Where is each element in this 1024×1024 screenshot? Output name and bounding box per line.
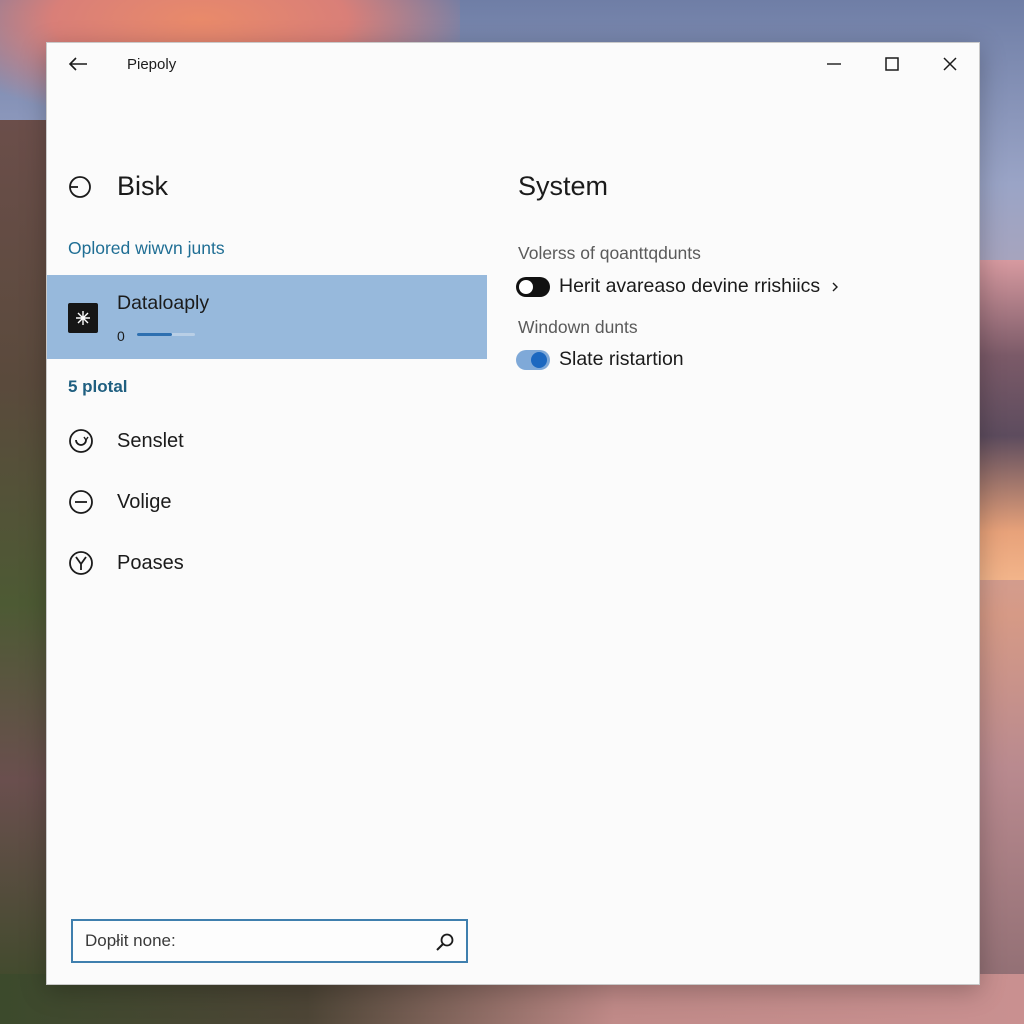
disk-icon [67, 174, 93, 200]
search-input[interactable] [85, 930, 425, 952]
nav-item-senslet[interactable]: Senslet [67, 423, 184, 459]
chevron-right-icon [830, 281, 840, 293]
setting-toggle-row[interactable]: Slate ristartion [516, 348, 684, 371]
setting-label: Slate ristartion [559, 348, 684, 370]
minimize-button[interactable] [819, 51, 849, 77]
section-label: Oplored wiwvn junts [68, 238, 225, 258]
snowflake-icon [68, 303, 98, 333]
pane-header: Bisk [67, 171, 168, 202]
search-icon [436, 933, 454, 951]
minimize-icon [827, 63, 841, 65]
toggle-switch-off[interactable] [516, 276, 550, 297]
toggle-knob [531, 351, 547, 368]
navigation-pane: Bisk Oplored wiwvn junts Dataloaply 0 5 … [47, 85, 487, 985]
setting-label: Herit avareaso devine rrishiics [559, 275, 821, 297]
nav-item-volige[interactable]: Volige [67, 484, 172, 520]
selected-item-label: Dataloaply [117, 292, 210, 314]
maximize-button[interactable] [877, 51, 907, 77]
progress-fill [137, 333, 172, 336]
section-label-secondary: 5 plotal [68, 377, 128, 396]
nav-item-label: Volige [117, 490, 172, 513]
app-title: Piepoly [127, 56, 177, 73]
toggle-switch-on[interactable] [516, 349, 550, 370]
page-title: System [518, 171, 609, 201]
refresh-circle-icon [67, 427, 95, 455]
settings-window: Piepoly Bisk Oplored wiwvn junts Dataloa… [46, 42, 980, 985]
progress-bar [137, 333, 195, 336]
title-bar: Piepoly [47, 43, 979, 85]
arrow-left-icon [68, 57, 87, 71]
group-label: Volerss of qoanttqdunts [518, 243, 701, 263]
setting-toggle-row[interactable]: Herit avareaso devine rrishiics [516, 275, 840, 298]
content-pane: System Volerss of qoanttqdunts Herit ava… [487, 85, 979, 985]
maximize-icon [885, 57, 899, 71]
nav-item-label: Poases [117, 551, 184, 574]
search-button[interactable] [434, 931, 456, 953]
toggle-knob [519, 279, 533, 294]
minus-circle-icon [67, 488, 95, 516]
nav-item-label: Senslet [117, 429, 184, 452]
nav-item-poases[interactable]: Poases [67, 545, 184, 581]
back-button[interactable] [65, 53, 91, 75]
group-label: Windown dunts [518, 317, 638, 337]
pane-title: Bisk [117, 171, 169, 201]
close-button[interactable] [935, 51, 965, 77]
nav-item-selected[interactable]: Dataloaply 0 [47, 275, 487, 359]
selected-item-count: 0 [117, 328, 125, 344]
search-box[interactable] [71, 919, 468, 963]
y-circle-icon [67, 549, 95, 577]
close-icon [943, 57, 957, 71]
